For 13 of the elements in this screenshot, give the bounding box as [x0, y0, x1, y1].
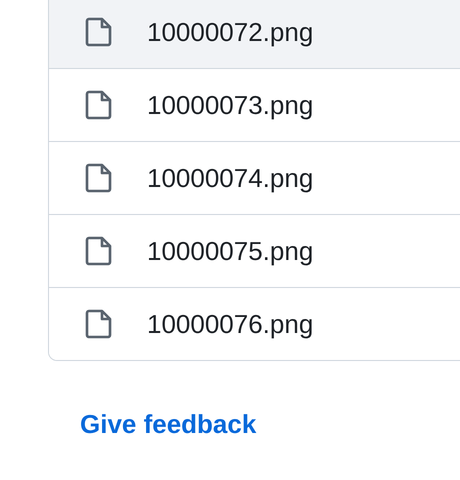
give-feedback-link[interactable]: Give feedback — [80, 409, 256, 440]
file-row[interactable]: 10000072.png — [49, 0, 460, 68]
file-name: 10000073.png — [147, 90, 314, 120]
file-icon — [85, 17, 113, 47]
file-name: 10000074.png — [147, 162, 314, 194]
file-icon — [85, 236, 113, 266]
file-icon — [85, 309, 113, 339]
file-row[interactable]: 10000076.png — [49, 287, 460, 360]
file-name: 10000072.png — [147, 16, 314, 48]
file-name: 10000075.png — [147, 236, 314, 266]
file-icon — [85, 163, 113, 193]
file-name: 10000076.png — [147, 308, 314, 340]
file-icon — [85, 90, 113, 120]
